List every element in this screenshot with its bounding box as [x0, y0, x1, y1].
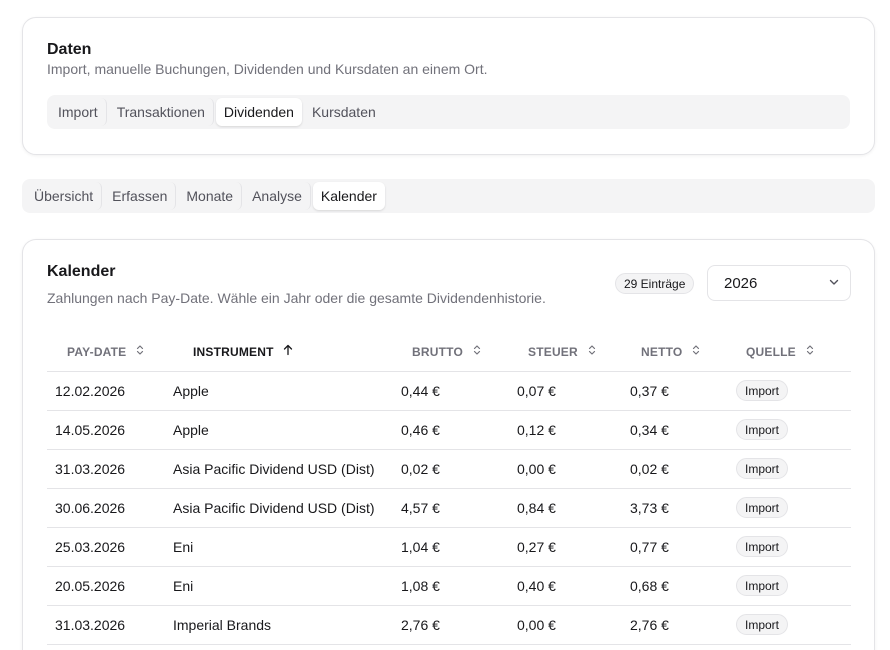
cell-quelle: Import [736, 605, 851, 645]
cell-netto: 0,68 € [630, 566, 736, 606]
cell-steuer: 0,27 € [517, 527, 630, 567]
cell-steuer: 0,12 € [517, 410, 630, 450]
cell-instrument: Imperial Brands [173, 605, 401, 645]
cell-quelle: Import [736, 449, 851, 489]
cell-instrument: Eni [173, 527, 401, 567]
sort-updown-icon [690, 344, 702, 359]
sort-updown-icon [134, 344, 146, 359]
source-badge: Import [736, 419, 789, 440]
cell-instrument: Asia Pacific Dividend USD (Dist) [173, 488, 401, 528]
cell-netto: 0,77 € [630, 527, 736, 567]
cell-instrument: Eni [173, 566, 401, 606]
cell-brutto: 0,46 € [401, 410, 517, 450]
sort-updown-icon [586, 344, 598, 359]
sort-updown-icon [804, 344, 816, 359]
source-badge: Import [736, 614, 789, 635]
cell-pay-date: 30.06.2026 [47, 488, 173, 528]
daten-description: Import, manuelle Buchungen, Dividenden u… [47, 61, 488, 77]
cell-quelle: Import [736, 566, 851, 606]
source-badge: Import [736, 536, 789, 557]
table-row: 31.03.2026 Asia Pacific Dividend USD (Dis… [47, 449, 851, 489]
tab-dividenden[interactable]: Dividenden [215, 98, 302, 126]
column-pay-date-label: PAY-DATE [67, 344, 127, 359]
kalender-description: Zahlungen nach Pay-Date. Wähle ein Jahr … [47, 290, 546, 306]
cell-brutto: 1,08 € [401, 566, 517, 606]
subtab-uebersicht[interactable]: Übersicht [26, 182, 103, 210]
table-row: 12.02.2026 Apple 0,44 €0,07 €0,37 € Import [47, 371, 851, 411]
cell-quelle: Import [736, 527, 851, 567]
source-badge: Import [736, 458, 789, 479]
sort-arrow-up-icon [282, 344, 294, 359]
dividend-calendar-table: PAY-DATE INSTRUMENT BRUTTO STEUER NETTO [47, 333, 851, 645]
chevron-down-icon [828, 275, 840, 292]
tab-kursdaten[interactable]: Kursdaten [304, 98, 384, 126]
cell-steuer: 0,07 € [517, 371, 630, 411]
cell-brutto: 4,57 € [401, 488, 517, 528]
dividenden-subtabs: Übersicht Erfassen Monate Analyse Kalend… [22, 179, 875, 213]
table-body: 12.02.2026 Apple 0,44 €0,07 €0,37 € Import 1… [47, 371, 851, 645]
cell-netto: 0,02 € [630, 449, 736, 489]
cell-instrument: Apple [173, 410, 401, 450]
subtab-analyse[interactable]: Analyse [244, 182, 311, 210]
cell-steuer: 0,00 € [517, 605, 630, 645]
year-select[interactable]: 2026 [707, 265, 851, 301]
column-instrument-label: INSTRUMENT [193, 344, 274, 359]
cell-pay-date: 31.03.2026 [47, 605, 173, 645]
tab-transaktionen[interactable]: Transaktionen [109, 98, 214, 126]
cell-instrument: Apple [173, 371, 401, 411]
column-netto[interactable]: NETTO [630, 333, 736, 372]
source-badge: Import [736, 380, 789, 401]
cell-pay-date: 25.03.2026 [47, 527, 173, 567]
cell-pay-date: 12.02.2026 [47, 371, 173, 411]
table-row: 25.03.2026 Eni 1,04 €0,27 €0,77 € Import [47, 527, 851, 567]
cell-quelle: Import [736, 371, 851, 411]
kalender-title: Kalender [47, 263, 116, 280]
column-brutto-label: BRUTTO [412, 344, 463, 359]
source-badge: Import [736, 497, 789, 518]
daten-tabs: Import Transaktionen Dividenden Kursdate… [47, 95, 850, 129]
column-steuer-label: STEUER [528, 344, 578, 359]
column-quelle-label: QUELLE [746, 344, 796, 359]
cell-quelle: Import [736, 488, 851, 528]
column-steuer[interactable]: STEUER [517, 333, 630, 372]
cell-pay-date: 20.05.2026 [47, 566, 173, 606]
cell-netto: 0,34 € [630, 410, 736, 450]
entry-count-badge: 29 Einträge [615, 273, 695, 294]
daten-card: Daten Import, manuelle Buchungen, Divide… [22, 17, 875, 155]
column-pay-date[interactable]: PAY-DATE [47, 333, 173, 372]
table-row: 14.05.2026 Apple 0,46 €0,12 €0,34 € Import [47, 410, 851, 450]
subtab-kalender[interactable]: Kalender [312, 182, 385, 210]
cell-brutto: 2,76 € [401, 605, 517, 645]
column-netto-label: NETTO [641, 344, 683, 359]
table-row: 20.05.2026 Eni 1,08 €0,40 €0,68 € Import [47, 566, 851, 606]
cell-steuer: 0,84 € [517, 488, 630, 528]
table-header-row: PAY-DATE INSTRUMENT BRUTTO STEUER NETTO [47, 333, 851, 372]
cell-instrument: Asia Pacific Dividend USD (Dist) [173, 449, 401, 489]
subtab-erfassen[interactable]: Erfassen [104, 182, 177, 210]
table-row: 30.06.2026 Asia Pacific Dividend USD (Dis… [47, 488, 851, 528]
cell-brutto: 0,02 € [401, 449, 517, 489]
table-row: 31.03.2026 Imperial Brands 2,76 €0,00 €2,7… [47, 605, 851, 645]
column-quelle[interactable]: QUELLE [736, 333, 851, 372]
subtab-monate[interactable]: Monate [178, 182, 243, 210]
kalender-card: Kalender Zahlungen nach Pay-Date. Wähle … [22, 239, 875, 650]
cell-netto: 2,76 € [630, 605, 736, 645]
column-instrument[interactable]: INSTRUMENT [173, 333, 401, 372]
cell-brutto: 0,44 € [401, 371, 517, 411]
cell-pay-date: 31.03.2026 [47, 449, 173, 489]
cell-steuer: 0,00 € [517, 449, 630, 489]
cell-pay-date: 14.05.2026 [47, 410, 173, 450]
tab-import[interactable]: Import [50, 98, 107, 126]
column-brutto[interactable]: BRUTTO [401, 333, 517, 372]
sort-updown-icon [471, 344, 483, 359]
cell-netto: 0,37 € [630, 371, 736, 411]
cell-quelle: Import [736, 410, 851, 450]
source-badge: Import [736, 575, 789, 596]
cell-brutto: 1,04 € [401, 527, 517, 567]
cell-steuer: 0,40 € [517, 566, 630, 606]
cell-netto: 3,73 € [630, 488, 736, 528]
year-select-value: 2026 [724, 274, 758, 292]
daten-title: Daten [47, 41, 92, 58]
